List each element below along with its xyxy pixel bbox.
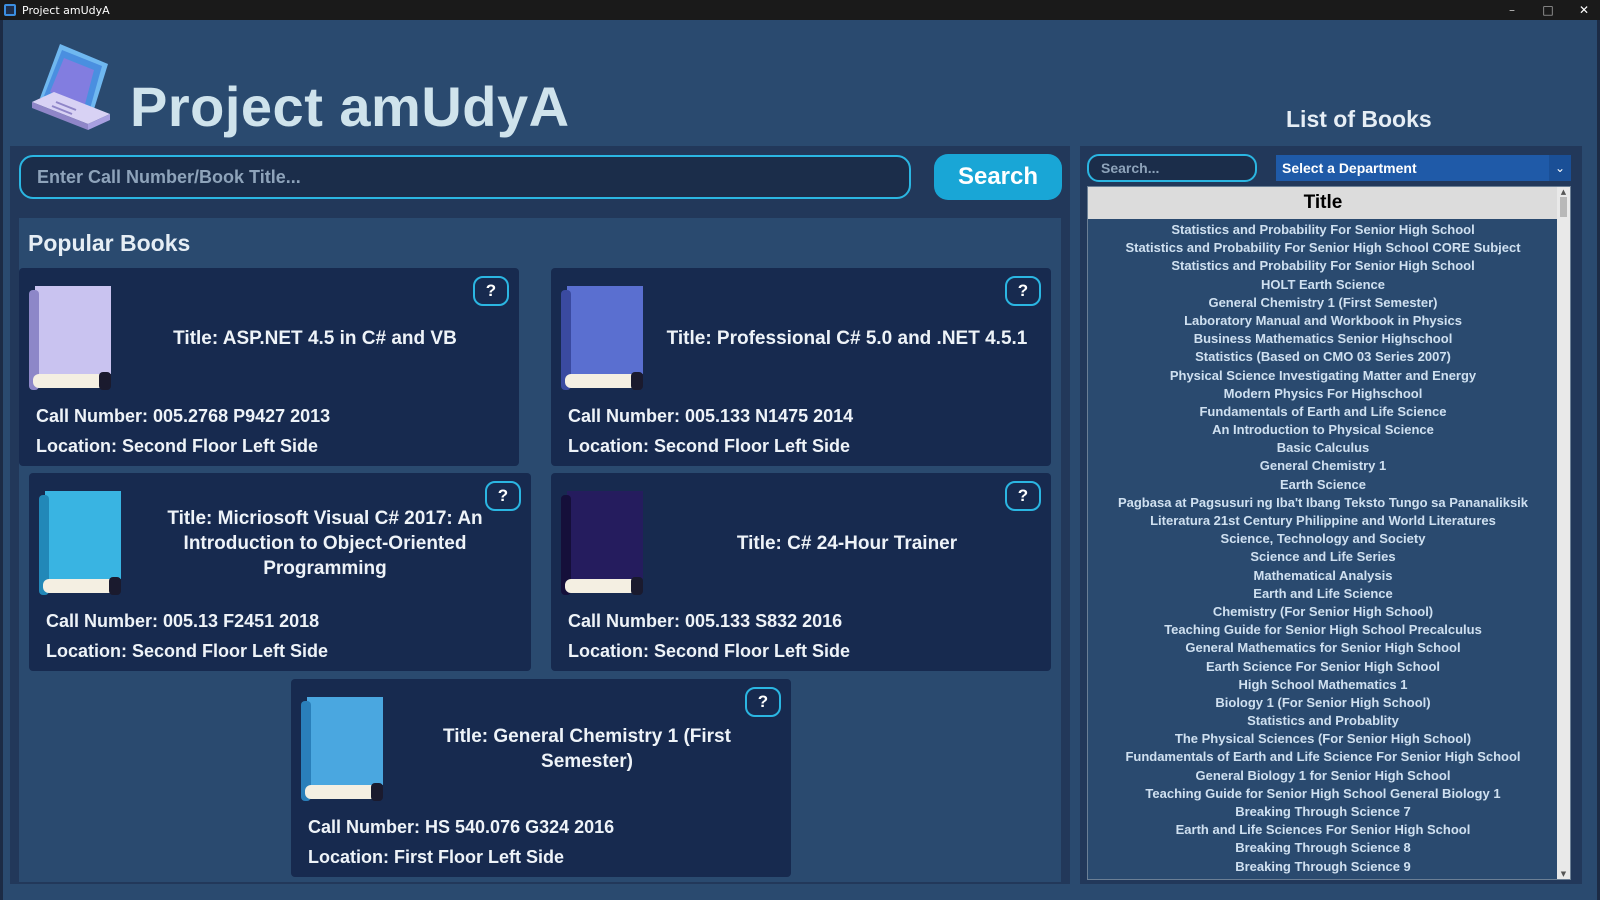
table-row[interactable]: Basic Calculus (1088, 439, 1558, 457)
table-row[interactable]: HOLT Earth Science (1088, 276, 1558, 294)
table-row[interactable]: Science and Technology Second Year Biolo… (1088, 876, 1558, 879)
table-row[interactable]: Mathematical Analysis (1088, 567, 1558, 585)
table-row[interactable]: Pagbasa at Pagsusuri ng Iba't Ibang Teks… (1088, 494, 1558, 512)
table-row[interactable]: Literatura 21st Century Philippine and W… (1088, 512, 1558, 530)
book-call-number: Call Number: 005.13 F2451 2018 (46, 611, 320, 631)
table-header-title[interactable]: Title (1088, 187, 1558, 219)
book-cover-icon (29, 286, 111, 390)
table-row[interactable]: Business Mathematics Senior Highschool (1088, 330, 1558, 348)
table-row[interactable]: Breaking Through Science 9 (1088, 858, 1558, 876)
table-row[interactable]: Biology 1 (For Senior High School) (1088, 694, 1558, 712)
table-row[interactable]: Chemistry (For Senior High School) (1088, 603, 1558, 621)
book-card[interactable]: Title: General Chemistry 1 (First Semest… (291, 679, 791, 877)
table-row[interactable]: Laboratory Manual and Workbook in Physic… (1088, 312, 1558, 330)
book-title: Title: ASP.NET 4.5 in C# and VB (173, 327, 457, 349)
book-list-heading: List of Books (1286, 106, 1432, 132)
table-row[interactable]: The Physical Sciences (For Senior High S… (1088, 730, 1558, 748)
app-icon (4, 4, 16, 16)
table-scrollbar[interactable]: ▲ ▼ (1557, 187, 1570, 879)
book-title: Title: Micriosoft Visual C# 2017: An Int… (167, 507, 483, 579)
maximize-button[interactable]: □ (1530, 0, 1566, 20)
book-location: Location: First Floor Left Side (308, 847, 564, 867)
book-title: Title: C# 24-Hour Trainer (736, 532, 958, 554)
table-row[interactable]: General Chemistry 1 (1088, 457, 1558, 475)
book-call-number: Call Number: 005.133 N1475 2014 (568, 406, 854, 426)
book-help-button[interactable]: ? (1005, 481, 1041, 511)
window-titlebar: Project amUdyA – □ ✕ (0, 0, 1600, 20)
search-button[interactable]: Search (934, 154, 1062, 200)
book-help-button[interactable]: ? (485, 481, 521, 511)
table-row[interactable]: Statistics and Probability For Senior Hi… (1088, 221, 1558, 239)
table-row[interactable]: Fundamentals of Earth and Life Science (1088, 403, 1558, 421)
book-card[interactable]: Title: ASP.NET 4.5 in C# and VB ? Call N… (19, 268, 519, 466)
table-row[interactable]: General Mathematics for Senior High Scho… (1088, 639, 1558, 657)
laptop-book-icon (32, 44, 110, 130)
book-location: Location: Second Floor Left Side (568, 436, 851, 456)
book-cover-icon (561, 491, 643, 595)
table-row[interactable]: An Introduction to Physical Science (1088, 421, 1558, 439)
table-row[interactable]: Science, Technology and Society (1088, 530, 1558, 548)
table-row[interactable]: General Chemistry 1 (First Semester) (1088, 294, 1558, 312)
table-row[interactable]: High School Mathematics 1 (1088, 676, 1558, 694)
scrollbar-thumb[interactable] (1560, 197, 1567, 217)
book-call-number: Call Number: 005.2768 P9427 2013 (36, 406, 331, 426)
book-cover-icon (39, 491, 121, 595)
table-row[interactable]: Fundamentals of Earth and Life Science F… (1088, 748, 1558, 766)
table-row[interactable]: Statistics (Based on CMO 03 Series 2007) (1088, 348, 1558, 366)
table-row[interactable]: Statistics and Probability For Senior Hi… (1088, 257, 1558, 275)
scroll-down-icon[interactable]: ▼ (1557, 869, 1570, 879)
book-title: Title: Professional C# 5.0 and .NET 4.5.… (666, 327, 1028, 349)
book-card[interactable]: Title: Micriosoft Visual C# 2017: An Int… (29, 473, 531, 671)
minimize-button[interactable]: – (1494, 0, 1530, 20)
book-help-button[interactable]: ? (1005, 276, 1041, 306)
window-title: Project amUdyA (22, 3, 110, 17)
chevron-down-icon[interactable]: ⌄ (1549, 155, 1571, 181)
book-call-number: Call Number: 005.133 S832 2016 (568, 611, 843, 631)
book-cover-icon (301, 697, 383, 801)
app-title: Project amUdyA (130, 75, 570, 138)
department-select[interactable]: Select a Department ⌄ (1276, 155, 1571, 181)
book-location: Location: Second Floor Left Side (568, 641, 851, 661)
book-location: Location: Second Floor Left Side (46, 641, 329, 661)
scroll-up-icon[interactable]: ▲ (1557, 187, 1570, 197)
book-list-table: Title Statistics and Probability For Sen… (1087, 186, 1571, 880)
table-row[interactable]: Breaking Through Science 8 (1088, 839, 1558, 857)
book-call-number: Call Number: HS 540.076 G324 2016 (308, 817, 615, 837)
close-button[interactable]: ✕ (1566, 0, 1600, 20)
book-help-button[interactable]: ? (745, 687, 781, 717)
table-row[interactable]: Earth and Life Sciences For Senior High … (1088, 821, 1558, 839)
table-row[interactable]: Teaching Guide for Senior High School Ge… (1088, 785, 1558, 803)
table-body: Statistics and Probability For Senior Hi… (1088, 221, 1558, 879)
book-help-button[interactable]: ? (473, 276, 509, 306)
popular-books-heading: Popular Books (28, 230, 191, 256)
table-row[interactable]: Breaking Through Science 7 (1088, 803, 1558, 821)
book-title: Title: General Chemistry 1 (First Semest… (443, 726, 731, 772)
table-row[interactable]: Earth and Life Science (1088, 585, 1558, 603)
table-row[interactable]: General Biology 1 for Senior High School (1088, 767, 1558, 785)
table-row[interactable]: Science and Life Series (1088, 548, 1558, 566)
department-select-label: Select a Department (1282, 160, 1417, 176)
table-row[interactable]: Physical Science Investigating Matter an… (1088, 367, 1558, 385)
book-location: Location: Second Floor Left Side (36, 436, 319, 456)
table-row[interactable]: Teaching Guide for Senior High School Pr… (1088, 621, 1558, 639)
book-card[interactable]: Title: Professional C# 5.0 and .NET 4.5.… (551, 268, 1051, 466)
table-row[interactable]: Earth Science (1088, 476, 1558, 494)
table-row[interactable]: Modern Physics For Highschool (1088, 385, 1558, 403)
book-search-input[interactable] (19, 155, 911, 199)
book-cover-icon (561, 286, 643, 390)
table-row[interactable]: Earth Science For Senior High School (1088, 658, 1558, 676)
book-list-search-input[interactable] (1087, 154, 1257, 182)
table-row[interactable]: Statistics and Probability For Senior Hi… (1088, 239, 1558, 257)
book-card[interactable]: Title: C# 24-Hour Trainer ? Call Number:… (551, 473, 1051, 671)
table-row[interactable]: Statistics and Probablity (1088, 712, 1558, 730)
